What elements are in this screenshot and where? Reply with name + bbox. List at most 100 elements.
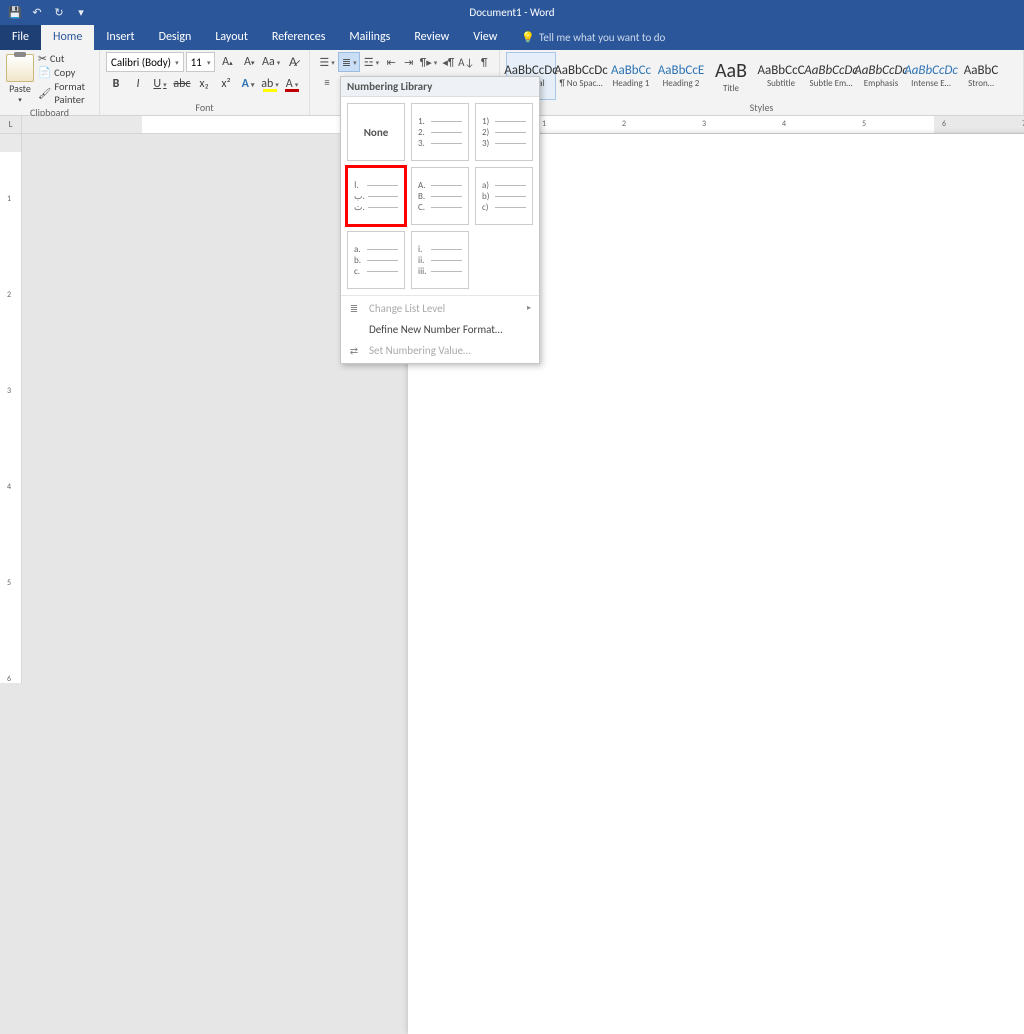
style-heading-[interactable]: AaBbCcEHeading 2 xyxy=(656,52,706,100)
format-painter-button[interactable]: 🖌Format Painter xyxy=(38,80,93,106)
qat-customize-button[interactable]: ▾ xyxy=(72,3,90,21)
increase-indent-button[interactable]: ⇥ xyxy=(400,52,418,72)
style-subtle-em-[interactable]: AaBbCcDcSubtle Em… xyxy=(806,52,856,100)
style-title[interactable]: AaBTitle xyxy=(706,52,756,100)
decrease-font-button[interactable]: A▾ xyxy=(239,52,259,72)
change-case-button[interactable]: Aa▾ xyxy=(261,52,281,72)
title-bar: 💾 ↶ ↻ ▾ Document1 - Word xyxy=(0,0,1024,24)
clear-formatting-button[interactable]: A̷ xyxy=(283,52,303,72)
font-name-select[interactable]: Calibri (Body)▾ xyxy=(106,52,184,72)
italic-button[interactable]: I xyxy=(128,74,148,94)
style-preview: AaBbCcDc xyxy=(554,63,608,78)
line-placeholder xyxy=(431,207,462,208)
bold-button[interactable]: B xyxy=(106,74,126,94)
style-preview: AaBbC xyxy=(964,63,999,78)
number-prefix: 2) xyxy=(482,127,492,138)
number-prefix: b) xyxy=(482,191,492,202)
cut-button[interactable]: ✂Cut xyxy=(38,52,93,65)
bullets-button[interactable]: ☰ xyxy=(316,52,338,72)
ruler-tick: 2 xyxy=(622,119,626,129)
copy-button[interactable]: 📄Copy xyxy=(38,66,93,79)
tab-references[interactable]: References xyxy=(260,25,338,50)
brush-icon: 🖌 xyxy=(38,87,51,100)
ltr-icon: ¶▸ xyxy=(420,56,432,69)
align-left-button[interactable]: ≡ xyxy=(316,72,338,92)
rtl-direction-button[interactable]: ◂¶ xyxy=(440,52,458,72)
number-prefix: 3) xyxy=(482,138,492,149)
tab-view[interactable]: View xyxy=(461,25,509,50)
numbering-arabic-alpha[interactable]: ا.ب.ت. xyxy=(347,167,405,225)
scissors-icon: ✂ xyxy=(38,52,47,65)
numbering-decimal-paren[interactable]: 1)2)3) xyxy=(475,103,533,161)
multilevel-list-button[interactable]: ☲ xyxy=(360,52,382,72)
tab-insert[interactable]: Insert xyxy=(94,25,146,50)
increase-font-button[interactable]: A▴ xyxy=(217,52,237,72)
subscript-button[interactable]: x₂ xyxy=(194,74,214,94)
group-clipboard: Paste ▾ ✂Cut 📄Copy 🖌Format Painter Clipb… xyxy=(0,50,100,115)
tab-home[interactable]: Home xyxy=(41,25,94,50)
style-subtitle[interactable]: AaBbCcCSubtitle xyxy=(756,52,806,100)
numbering-lower-alpha-paren[interactable]: a)b)c) xyxy=(475,167,533,225)
line-placeholder xyxy=(431,143,462,144)
vertical-ruler[interactable]: 123456 xyxy=(0,134,22,683)
numbering-decimal-dot[interactable]: 1.2.3. xyxy=(411,103,469,161)
multilevel-icon: ☲ xyxy=(364,56,374,69)
tab-review[interactable]: Review xyxy=(402,25,461,50)
tab-layout[interactable]: Layout xyxy=(203,25,260,50)
style-name: Subtitle xyxy=(767,78,795,89)
align-left-icon: ≡ xyxy=(324,76,329,89)
strikethrough-button[interactable]: abc xyxy=(172,74,192,94)
style-name: Emphasis xyxy=(864,78,898,89)
save-button[interactable]: 💾 xyxy=(6,3,24,21)
font-label: Font xyxy=(106,101,303,115)
tab-design[interactable]: Design xyxy=(147,25,204,50)
number-prefix: B. xyxy=(418,191,428,202)
line-placeholder xyxy=(495,185,526,186)
underline-button[interactable]: U▾ xyxy=(150,74,170,94)
style--no-spac-[interactable]: AaBbCcDc¶ No Spac… xyxy=(556,52,606,100)
tell-me-search[interactable]: 💡 Tell me what you want to do xyxy=(509,26,677,50)
style-preview: AaBbCcC xyxy=(757,63,804,78)
line-placeholder xyxy=(367,271,398,272)
define-number-format-item[interactable]: Define New Number Format… xyxy=(341,319,539,340)
number-prefix: i. xyxy=(418,244,428,255)
paste-button[interactable]: Paste ▾ xyxy=(6,52,34,106)
font-color-button[interactable]: A▾ xyxy=(282,74,302,94)
decrease-indent-button[interactable]: ⇤ xyxy=(382,52,400,72)
numbering-lower-roman[interactable]: i.ii.iii. xyxy=(411,231,469,289)
ruler-tick: 1 xyxy=(542,119,546,129)
highlight-button[interactable]: ab▾ xyxy=(260,74,280,94)
ruler-tick: 5 xyxy=(862,119,866,129)
undo-button[interactable]: ↶ xyxy=(28,3,46,21)
style-name: Stron… xyxy=(968,78,994,89)
style-name: ¶ No Spac… xyxy=(559,78,602,89)
group-styles: AaBbCcDcNormalAaBbCcDc¶ No Spac…AaBbCcHe… xyxy=(500,50,1024,115)
numbering-lower-alpha-dot[interactable]: a.b.c. xyxy=(347,231,405,289)
number-prefix: b. xyxy=(354,255,364,266)
superscript-button[interactable]: x² xyxy=(216,74,236,94)
numbering-library-header: Numbering Library xyxy=(341,77,539,97)
font-size-select[interactable]: 11▾ xyxy=(186,52,216,72)
line-placeholder xyxy=(431,121,462,122)
style-intense-e-[interactable]: AaBbCcDcIntense E… xyxy=(906,52,956,100)
ltr-direction-button[interactable]: ¶▸ xyxy=(417,52,439,72)
line-placeholder xyxy=(431,249,462,250)
show-marks-button[interactable]: ¶ xyxy=(475,52,493,72)
numbering-upper-alpha[interactable]: A.B.C. xyxy=(411,167,469,225)
sort-button[interactable]: A↓ xyxy=(457,52,475,72)
redo-button[interactable]: ↻ xyxy=(50,3,68,21)
rtl-icon: ◂¶ xyxy=(442,56,454,69)
style-heading-[interactable]: AaBbCcHeading 1 xyxy=(606,52,656,100)
set-value-icon: ⇄ xyxy=(347,343,361,357)
lightbulb-icon: 💡 xyxy=(521,31,535,44)
style-stron-[interactable]: AaBbCStron… xyxy=(956,52,1006,100)
numbering-none[interactable]: None xyxy=(347,103,405,161)
style-emphasis[interactable]: AaBbCcDcEmphasis xyxy=(856,52,906,100)
text-effects-button[interactable]: A▾ xyxy=(238,74,258,94)
line-placeholder xyxy=(495,143,526,144)
tab-mailings[interactable]: Mailings xyxy=(337,25,402,50)
numbering-button[interactable]: ≣ xyxy=(338,52,360,72)
outdent-icon: ⇤ xyxy=(387,56,396,69)
tab-file[interactable]: File xyxy=(0,25,41,50)
pilcrow-icon: ¶ xyxy=(481,56,487,69)
